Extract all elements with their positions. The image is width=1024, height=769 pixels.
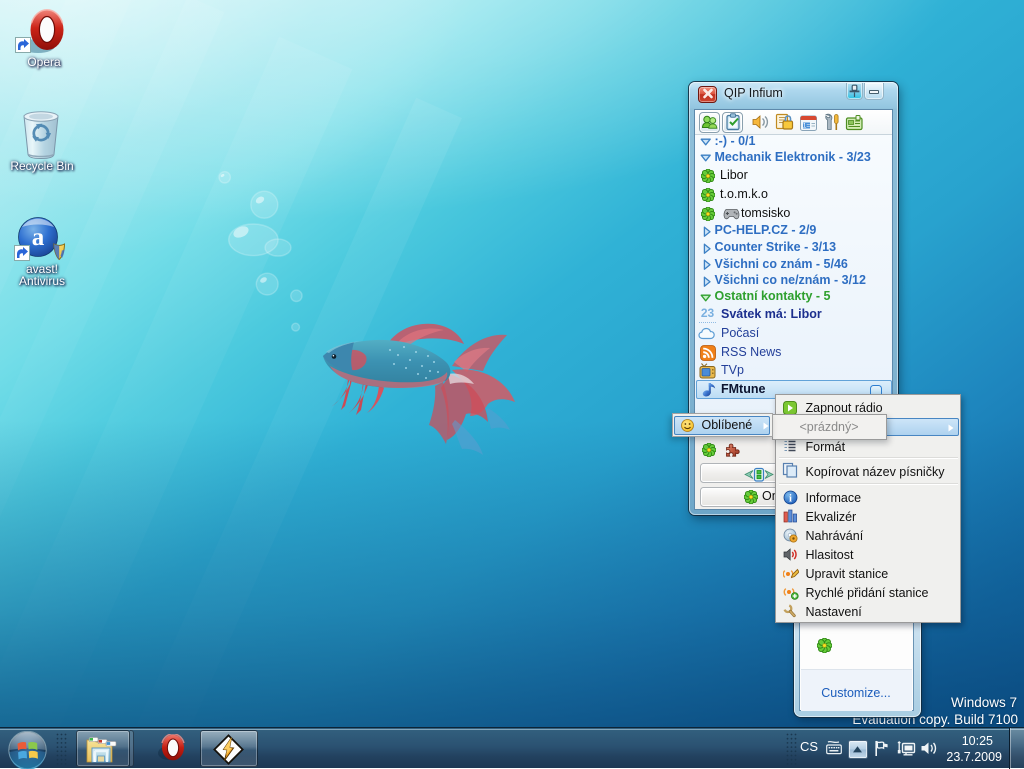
svg-text:a: a (32, 224, 45, 251)
svg-text:i: i (789, 493, 792, 504)
